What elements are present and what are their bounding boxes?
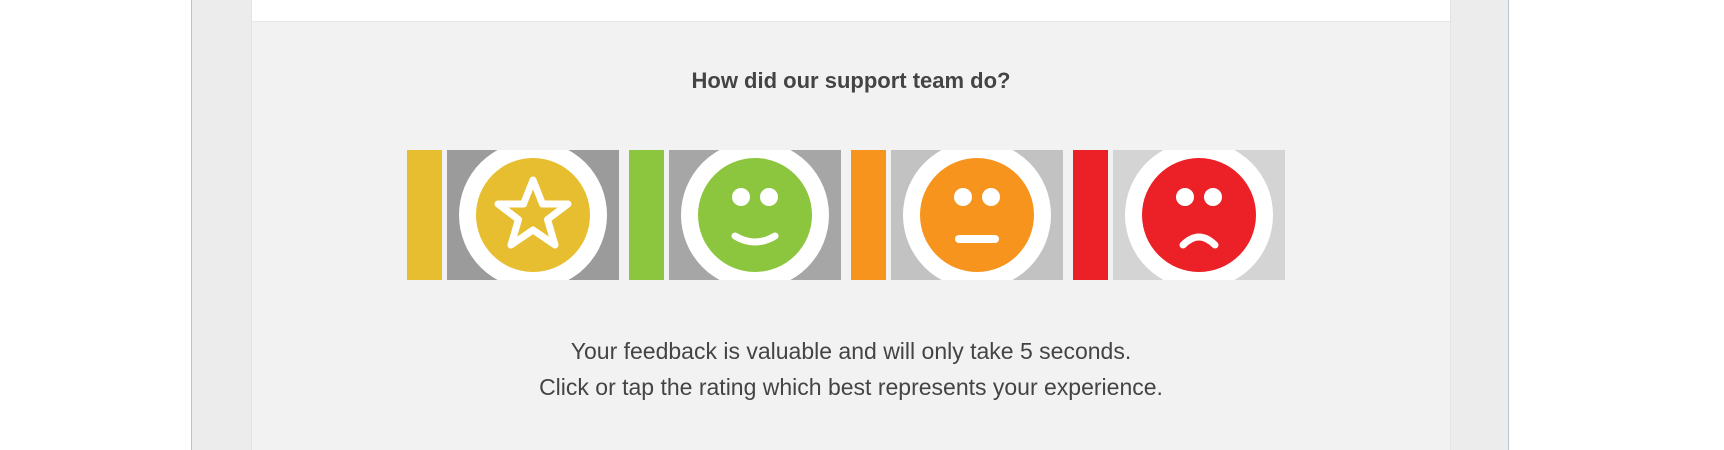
feedback-line-1: Your feedback is valuable and will only … — [570, 338, 1132, 364]
card-header-strip — [252, 0, 1450, 22]
rating-tile — [1113, 150, 1285, 280]
rating-color-bar — [851, 150, 886, 280]
rating-tile — [669, 150, 841, 280]
rating-options — [407, 150, 1293, 280]
survey-instructions: Your feedback is valuable and will only … — [252, 333, 1450, 405]
rating-color-bar — [407, 150, 442, 280]
feedback-line-2: Click or tap the rating which best repre… — [539, 374, 1163, 400]
rating-poor-button[interactable] — [1073, 150, 1285, 280]
survey-question: How did our support team do? — [691, 68, 1011, 93]
star-icon — [459, 150, 607, 280]
rating-tile — [447, 150, 619, 280]
rating-tile — [891, 150, 1063, 280]
smiley-sad-icon — [1125, 150, 1273, 280]
smiley-neutral-icon — [903, 150, 1051, 280]
rating-color-bar — [629, 150, 664, 280]
smiley-happy-icon — [681, 150, 829, 280]
rating-good-button[interactable] — [629, 150, 841, 280]
rating-color-bar — [1073, 150, 1108, 280]
rating-okay-button[interactable] — [851, 150, 1063, 280]
survey-card: How did our support team do? Your feedba… — [251, 0, 1451, 450]
rating-excellent-button[interactable] — [407, 150, 619, 280]
